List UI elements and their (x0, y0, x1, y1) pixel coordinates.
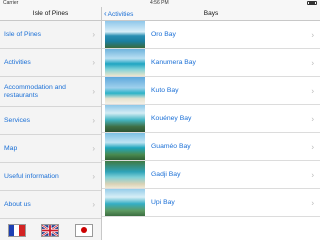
chevron-right-icon: › (311, 86, 314, 95)
menu-item-activities[interactable]: Activities › (0, 49, 101, 77)
menu-item-accommodation[interactable]: Accommodation and restaurants › (0, 77, 101, 107)
detail-nav-bar: ‹Activities Bays (102, 7, 320, 21)
uk-flag-icon[interactable] (41, 223, 60, 237)
bay-row-kuto[interactable]: Kuto Bay › (102, 77, 320, 105)
chevron-right-icon: › (311, 142, 314, 151)
bay-row-koueney[interactable]: Kouéney Bay › (102, 105, 320, 133)
detail-panel: ‹Activities Bays Oro Bay › Kanumera Bay … (102, 7, 320, 240)
menu-item-label: Accommodation and restaurants (4, 83, 66, 99)
carrier-label: Carrier (3, 0, 19, 6)
chevron-right-icon: › (311, 170, 314, 179)
bay-name: Gadji Bay (151, 171, 181, 178)
menu-item-label: Services (4, 116, 31, 124)
bay-photo (105, 77, 145, 104)
menu-item-label: About us (4, 200, 31, 208)
battery-icon (307, 1, 317, 5)
clock-label: 4:56 PM (150, 0, 169, 6)
bay-row-gadji[interactable]: Gadji Bay › (102, 161, 320, 189)
menu-item-about-us[interactable]: About us › (0, 191, 101, 219)
bay-name: Kanumera Bay (151, 59, 196, 66)
bay-row-guameo[interactable]: Guaméo Bay › (102, 133, 320, 161)
bay-photo (105, 105, 145, 132)
language-flags (0, 220, 101, 240)
bay-name: Guaméo Bay (151, 143, 191, 150)
bay-photo (105, 49, 145, 76)
menu-item-label: Map (4, 144, 18, 152)
bay-photo (105, 21, 145, 48)
chevron-right-icon: › (92, 171, 95, 181)
japan-flag-icon[interactable] (75, 223, 94, 237)
chevron-right-icon: › (311, 114, 314, 123)
bay-row-kanumera[interactable]: Kanumera Bay › (102, 49, 320, 77)
bay-list: Oro Bay › Kanumera Bay › Kuto Bay › Koué… (102, 21, 320, 217)
master-title: Isle of Pines (0, 7, 101, 21)
bay-name: Kouéney Bay (151, 115, 192, 122)
chevron-right-icon: › (311, 198, 314, 207)
bay-row-upi[interactable]: Upi Bay › (102, 189, 320, 217)
bay-photo (105, 161, 145, 188)
chevron-right-icon: › (311, 30, 314, 39)
chevron-right-icon: › (92, 115, 95, 125)
bay-photo (105, 189, 145, 216)
bay-name: Kuto Bay (151, 87, 179, 94)
chevron-right-icon: › (92, 57, 95, 67)
french-flag-icon[interactable] (7, 223, 26, 237)
chevron-right-icon: › (92, 143, 95, 153)
menu-item-label: Isle of Pines (4, 30, 42, 38)
bay-name: Upi Bay (151, 199, 175, 206)
japan-flag-dot (81, 227, 88, 233)
master-menu: Isle of Pines › Activities › Accommodati… (0, 21, 101, 219)
menu-item-label: Activities (4, 58, 31, 66)
bay-name: Oro Bay (151, 31, 176, 38)
chevron-right-icon: › (92, 29, 95, 39)
detail-title: Bays (203, 10, 219, 17)
menu-item-useful-information[interactable]: Useful information › (0, 163, 101, 191)
menu-item-services[interactable]: Services › (0, 107, 101, 135)
menu-item-map[interactable]: Map › (0, 135, 101, 163)
chevron-right-icon: › (311, 58, 314, 67)
status-bar: Carrier 4:56 PM (0, 0, 320, 7)
bay-photo (105, 133, 145, 160)
chevron-right-icon: › (92, 199, 95, 209)
menu-item-label: Useful information (4, 172, 59, 180)
master-panel: Isle of Pines Isle of Pines › Activities… (0, 7, 102, 240)
menu-item-isle-of-pines[interactable]: Isle of Pines › (0, 21, 101, 49)
chevron-right-icon: › (92, 86, 95, 96)
bay-row-oro[interactable]: Oro Bay › (102, 21, 320, 49)
